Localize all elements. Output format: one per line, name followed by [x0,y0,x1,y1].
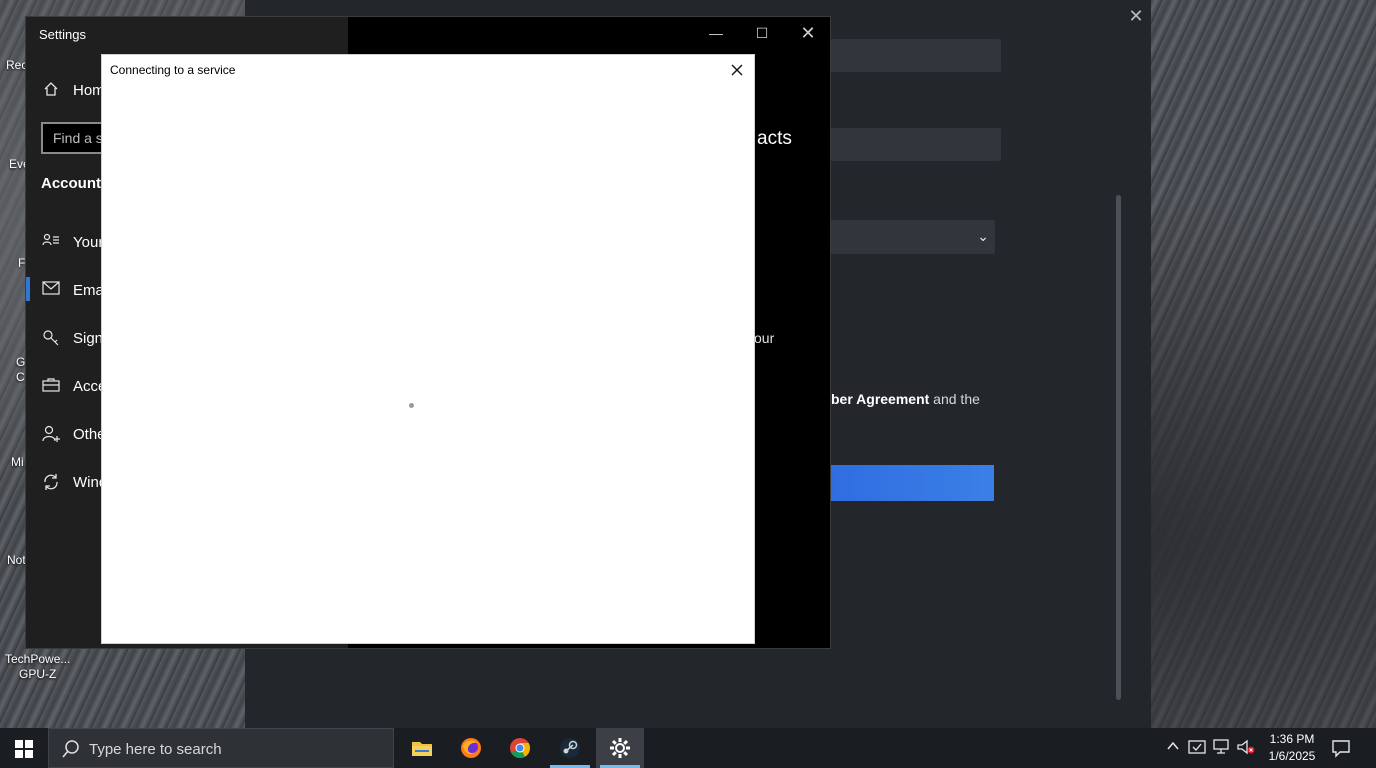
loading-spinner [409,403,414,408]
settings-titlebar[interactable]: Settings — ☐ ✕ [26,17,830,53]
taskbar-search-box[interactable]: Type here to search [48,728,394,768]
settings-page-heading-fragment: acts [757,128,792,149]
settings-text-fragment: our [754,330,775,346]
nav-your-info-label: Your [73,234,104,251]
taskbar-settings[interactable] [596,728,644,768]
folder-icon [412,742,432,756]
desktop-icon-notepad[interactable]: Not [7,553,26,567]
notification-icon [1332,740,1350,758]
key-icon [41,329,61,349]
nav-home-label: Hom [73,82,105,99]
taskbar-firefox[interactable] [447,728,495,768]
windows-logo-icon [15,740,33,758]
minimize-button[interactable]: — [693,17,739,49]
desktop-icon-edge[interactable]: Mi [11,455,24,469]
mail-icon [41,281,61,301]
background-agreement-text: ber Agreement and the [831,391,980,407]
background-input-field-2[interactable] [830,128,1001,161]
dialog-close-button[interactable] [726,59,748,81]
background-scrollbar[interactable] [1116,195,1121,700]
home-icon [41,81,61,101]
briefcase-icon [41,377,61,397]
nav-email-label: Ema [73,282,104,299]
search-icon [62,740,79,758]
window-title: Settings [39,27,86,42]
desktop-icon-chrome-2[interactable]: C [16,370,25,384]
chrome-icon [510,738,531,759]
gear-icon [610,738,630,758]
desktop-icon-gpuz-label: GPU-Z [19,667,57,681]
taskbar-file-explorer[interactable] [398,728,446,768]
steam-icon [560,738,580,758]
dialog-title: Connecting to a service [110,63,236,77]
volume-muted-icon[interactable] [1237,739,1255,758]
notification-center-button[interactable] [1331,738,1351,763]
network-icon[interactable] [1213,739,1231,758]
system-clock[interactable]: 1:36 PM 1/6/2025 [1262,731,1322,765]
person-card-icon [41,233,61,253]
desktop-icon-gpuz[interactable]: TechPowe... [5,652,70,666]
maximize-button[interactable]: ☐ [739,17,785,49]
background-close-icon[interactable]: ✕ [1126,6,1146,26]
security-icon[interactable] [1188,739,1206,758]
clock-date: 1/6/2025 [1268,749,1316,763]
background-primary-button[interactable] [830,465,994,501]
chevron-up-icon[interactable] [1164,739,1182,756]
close-button[interactable]: ✕ [785,17,831,49]
sync-icon [41,473,61,493]
taskbar-search-placeholder: Type here to search [89,741,222,758]
taskbar-steam[interactable] [546,728,594,768]
connecting-dialog: Connecting to a service [101,54,755,644]
background-input-field-1[interactable] [830,39,1001,72]
chevron-down-icon: ⌄ [977,228,989,244]
taskbar: Type here to search 1:36 PM 1/6/2025 [0,728,1376,768]
taskbar-chrome[interactable] [496,728,544,768]
firefox-icon [461,738,481,758]
nav-sign-in-label: Sign [73,330,104,347]
desktop-icon-chrome[interactable]: G [16,355,25,369]
add-person-icon [41,425,61,445]
section-title: Accounts [41,175,110,192]
start-button[interactable] [0,728,48,768]
background-select[interactable]: ⌄ [830,220,995,254]
close-icon [731,64,743,76]
clock-time: 1:36 PM [1269,732,1315,746]
